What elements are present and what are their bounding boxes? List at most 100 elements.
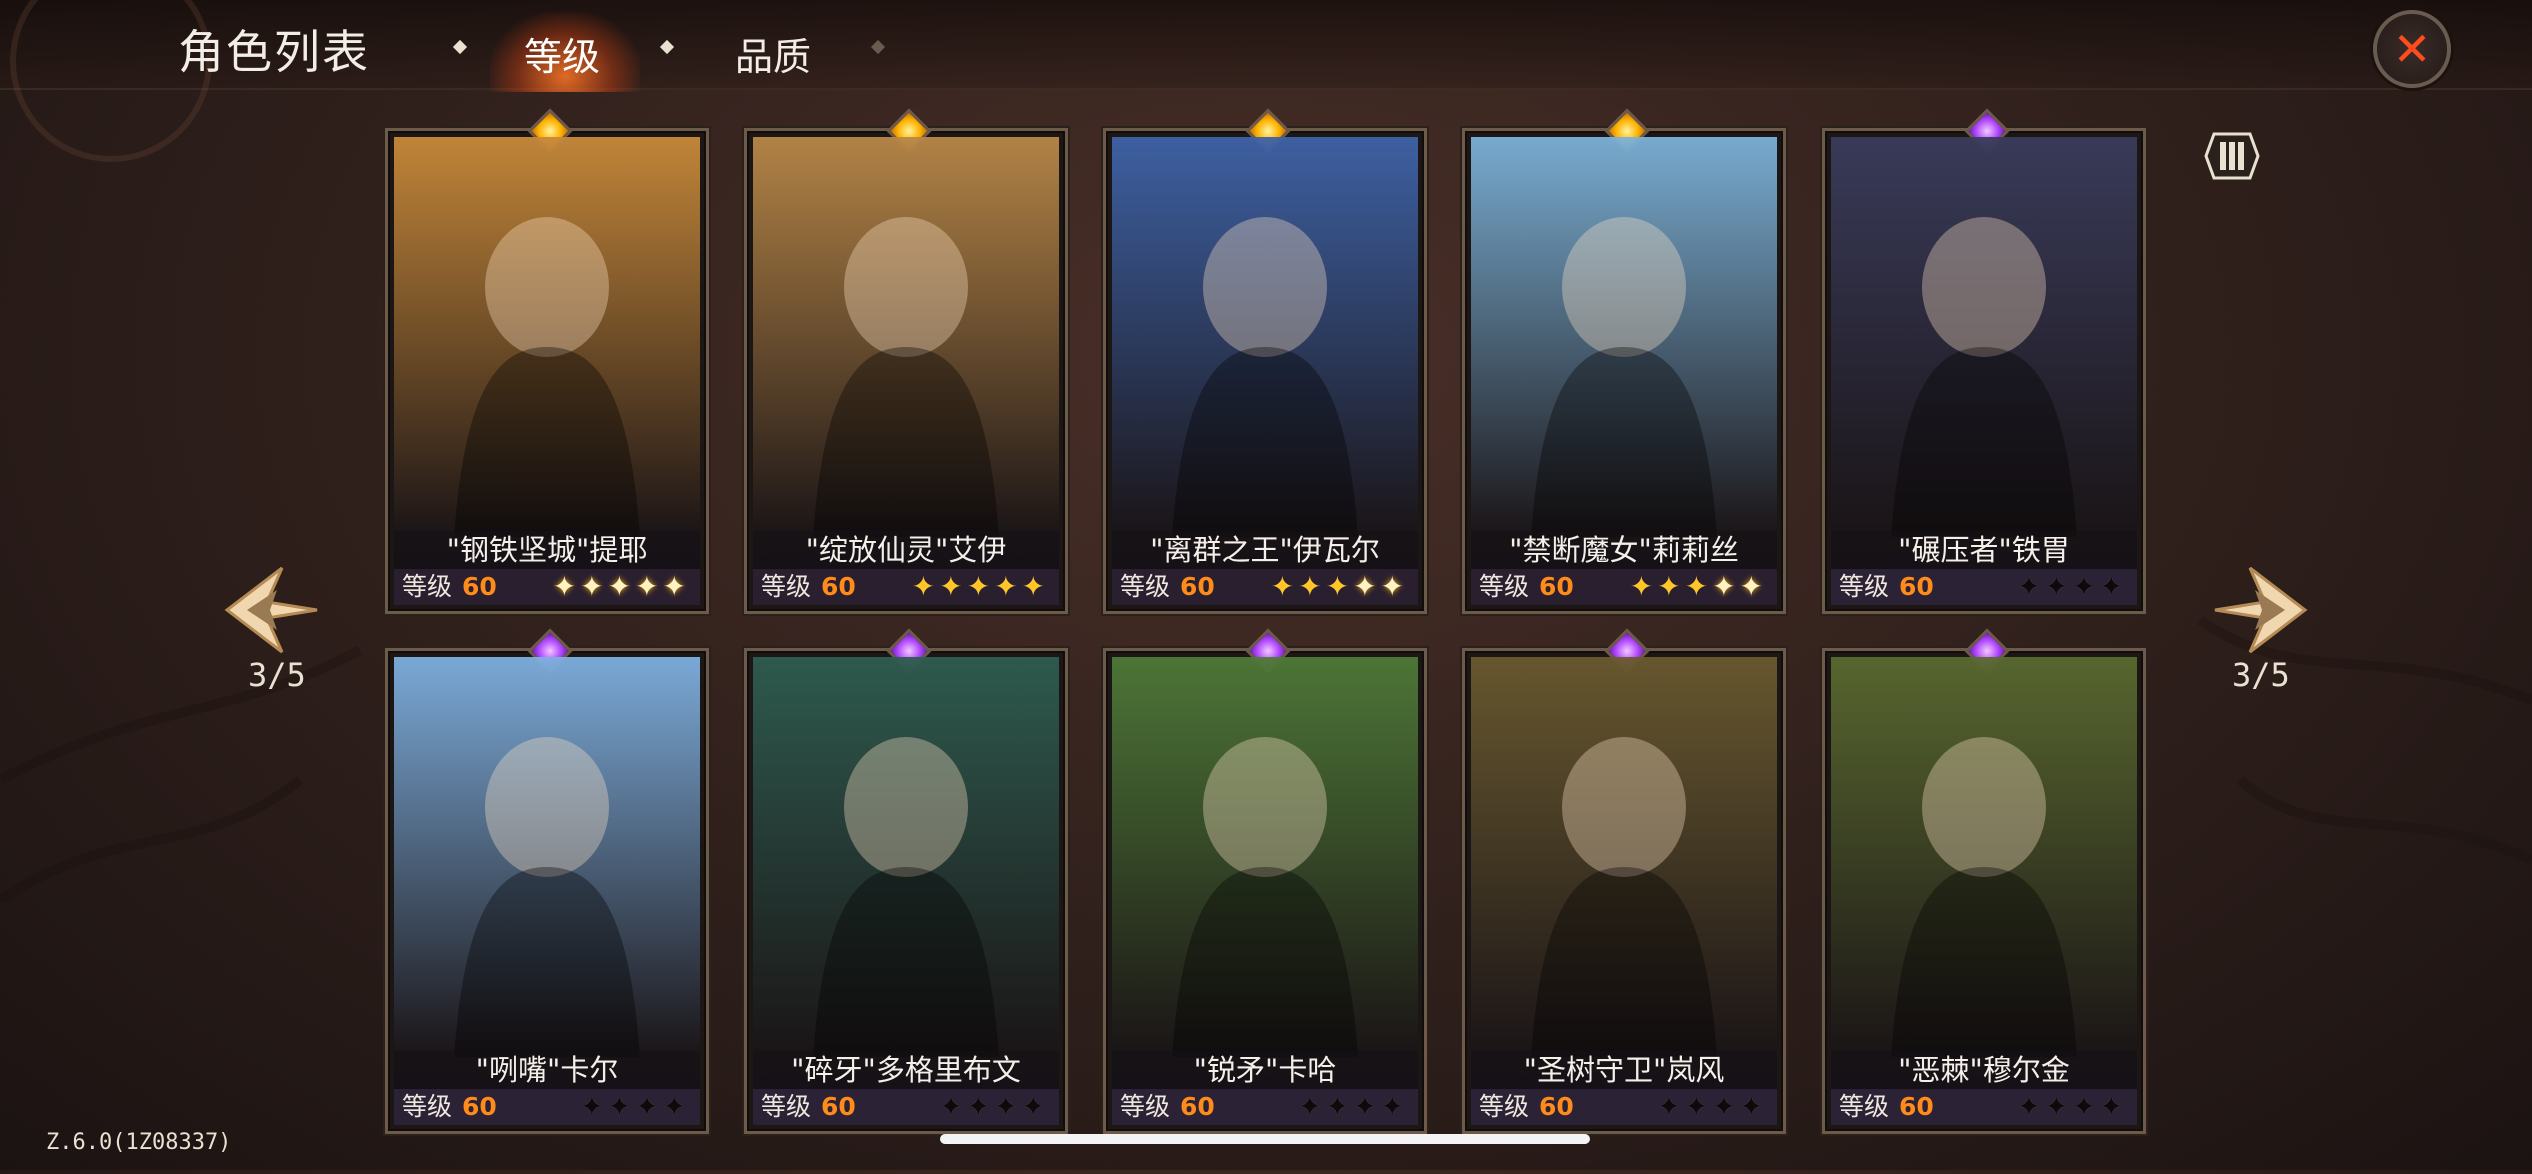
hero-portrait	[753, 657, 1059, 1057]
star-icon: ✦	[2044, 1090, 2073, 1123]
level-label: 等级	[761, 1092, 812, 1121]
star-icon: ✦	[1325, 1090, 1354, 1123]
star-icon: ✦	[2099, 1090, 2127, 1123]
star-icon: ✦	[552, 570, 581, 603]
star-icon: ✦	[1325, 570, 1354, 603]
star-icon: ✦	[1298, 1090, 1326, 1123]
page-title: 角色列表	[178, 25, 370, 79]
star-icon: ✦	[2072, 1090, 2100, 1123]
prev-page-arrow-icon[interactable]	[222, 560, 322, 660]
level-label: 等级	[1839, 1092, 1890, 1121]
level-value: 60	[1899, 1092, 1934, 1121]
hero-info-bar: 等级 60 ✦✦✦✦	[1112, 1089, 1418, 1125]
level-label: 等级	[761, 572, 812, 601]
star-icon: ✦	[994, 570, 1022, 603]
hero-name: "绽放仙灵"艾伊	[753, 531, 1059, 569]
star-icon: ✦	[1712, 1090, 1740, 1123]
hero-portrait	[1831, 137, 2137, 537]
hero-info-bar: 等级 60 ✦✦✦✦	[753, 1089, 1059, 1125]
level-value: 60	[1899, 572, 1934, 601]
star-rating: ✦✦✦✦✦	[912, 569, 1049, 605]
star-icon: ✦	[1298, 570, 1326, 603]
star-icon: ✦	[2017, 1090, 2045, 1123]
hero-card[interactable]: "钢铁坚城"提耶 等级 60 ✦✦✦✦✦	[385, 108, 709, 614]
home-indicator[interactable]	[940, 1134, 1590, 1144]
star-icon: ✦	[1353, 570, 1381, 603]
star-icon: ✦	[911, 570, 940, 603]
level-label: 等级	[402, 1092, 453, 1121]
level-label: 等级	[1839, 572, 1890, 601]
hero-card[interactable]: "咧嘴"卡尔 等级 60 ✦✦✦✦	[385, 628, 709, 1134]
hero-name: "钢铁坚城"提耶	[394, 531, 700, 569]
tab-level[interactable]: 等级	[524, 26, 600, 81]
level-label: 等级	[1120, 1092, 1171, 1121]
star-rating: ✦✦✦✦	[2017, 1089, 2127, 1125]
star-icon: ✦	[1021, 1090, 1049, 1123]
level-label: 等级	[1120, 572, 1171, 601]
hero-card[interactable]: "绽放仙灵"艾伊 等级 60 ✦✦✦✦✦	[744, 108, 1068, 614]
star-icon: ✦	[1657, 1090, 1685, 1123]
top-bar: 角色列表 等级 品质 ✕	[0, 0, 2532, 162]
star-icon: ✦	[1739, 570, 1767, 603]
level-value: 60	[1539, 572, 1574, 601]
page-indicator-left: 3/5	[248, 656, 306, 694]
hero-info-bar: 等级 60 ✦✦✦✦	[394, 1089, 700, 1125]
hero-card[interactable]: "禁断魔女"莉莉丝 等级 60 ✦✦✦✦✦	[1462, 108, 1786, 614]
hero-card[interactable]: "恶棘"穆尔金 等级 60 ✦✦✦✦	[1822, 628, 2146, 1134]
hero-card[interactable]: "圣树守卫"岚风 等级 60 ✦✦✦✦	[1462, 628, 1786, 1134]
star-icon: ✦	[939, 1090, 967, 1123]
hero-card[interactable]: "离群之王"伊瓦尔 等级 60 ✦✦✦✦✦	[1103, 108, 1427, 614]
star-rating: ✦✦✦✦✦	[1630, 569, 1767, 605]
star-icon: ✦	[662, 1090, 690, 1123]
star-rating: ✦✦✦✦✦	[1271, 569, 1408, 605]
hero-name: "碎牙"多格里布文	[753, 1051, 1059, 1089]
star-icon: ✦	[635, 1090, 663, 1123]
hero-portrait	[394, 657, 700, 1057]
hero-name: "锐矛"卡哈	[1112, 1051, 1418, 1089]
columns-filter-icon[interactable]	[2200, 128, 2264, 184]
star-icon: ✦	[1684, 1090, 1713, 1123]
level-value: 60	[821, 1092, 856, 1121]
star-icon: ✦	[939, 570, 967, 603]
level-value: 60	[462, 1092, 497, 1121]
star-icon: ✦	[1739, 1090, 1767, 1123]
star-icon: ✦	[966, 570, 995, 603]
hero-card[interactable]: "碎牙"多格里布文等级 60 ✦✦✦✦	[744, 628, 1068, 1134]
star-icon: ✦	[607, 1090, 636, 1123]
star-icon: ✦	[1629, 570, 1658, 603]
hero-info-bar: 等级 60 ✦✦✦✦	[1471, 1089, 1777, 1125]
hero-name: "圣树守卫"岚风	[1471, 1051, 1777, 1089]
hero-name: "禁断魔女"莉莉丝	[1471, 531, 1777, 569]
hero-portrait	[753, 137, 1059, 537]
star-rating: ✦✦✦✦	[580, 1089, 690, 1125]
star-icon: ✦	[994, 1090, 1022, 1123]
star-icon: ✦	[580, 1090, 608, 1123]
tab-separator-icon	[870, 39, 886, 55]
hero-info-bar: 等级 60 ✦✦✦✦✦	[1112, 569, 1418, 605]
tab-quality[interactable]: 品质	[735, 26, 811, 81]
star-rating: ✦✦✦✦✦	[553, 569, 690, 605]
star-icon: ✦	[1657, 570, 1685, 603]
hero-portrait	[1112, 137, 1418, 537]
star-rating: ✦✦✦✦	[1657, 1089, 1767, 1125]
star-icon: ✦	[635, 570, 663, 603]
star-rating: ✦✦✦✦	[939, 1089, 1049, 1125]
next-page-arrow-icon[interactable]	[2210, 560, 2310, 660]
level-value: 60	[462, 572, 497, 601]
hero-name: "碾压者"铁胃	[1831, 531, 2137, 569]
page-indicator-right: 3/5	[2232, 656, 2290, 694]
level-value: 60	[1539, 1092, 1574, 1121]
hero-info-bar: 等级 60 ✦✦✦✦	[1831, 569, 2137, 605]
hero-portrait	[1471, 137, 1777, 537]
hero-info-bar: 等级 60 ✦✦✦✦✦	[394, 569, 700, 605]
level-label: 等级	[402, 572, 453, 601]
level-value: 60	[1180, 1092, 1215, 1121]
star-icon: ✦	[2099, 570, 2127, 603]
hero-card[interactable]: "碾压者"铁胃 等级 60 ✦✦✦✦	[1822, 108, 2146, 614]
hero-card[interactable]: "锐矛"卡哈 等级 60 ✦✦✦✦	[1103, 628, 1427, 1134]
hero-name: "恶棘"穆尔金	[1831, 1051, 2137, 1089]
hero-portrait	[1471, 657, 1777, 1057]
level-value: 60	[1180, 572, 1215, 601]
close-button[interactable]: ✕	[2373, 10, 2451, 88]
star-icon: ✦	[1380, 570, 1408, 603]
